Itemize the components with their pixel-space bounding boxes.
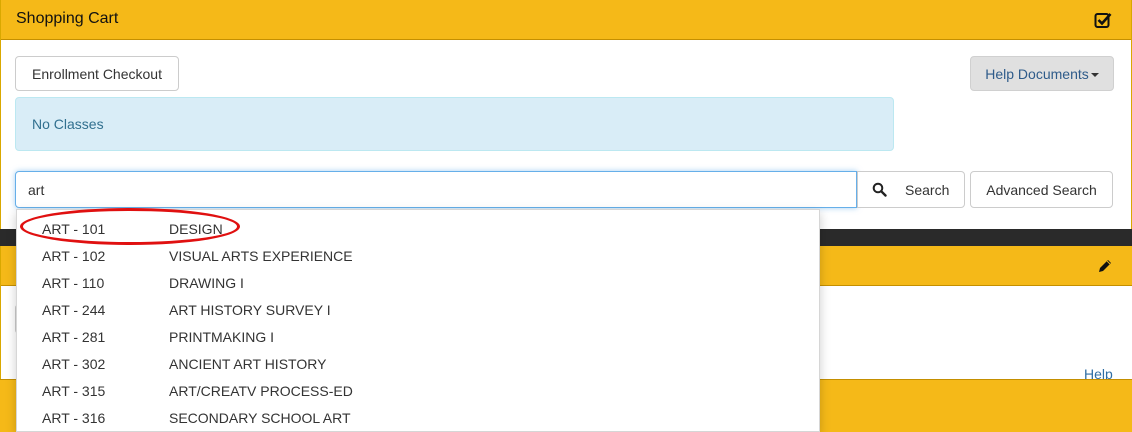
no-classes-alert: No Classes — [15, 97, 894, 151]
help-documents-label: Help Documents — [985, 65, 1089, 82]
suggestion-title: ANCIENT ART HISTORY — [169, 356, 327, 372]
pencil-icon[interactable] — [1097, 258, 1113, 274]
suggestion-item[interactable]: ART - 281 PRINTMAKING I — [17, 318, 819, 345]
suggestion-code: ART - 110 — [42, 275, 105, 291]
suggestion-code: ART - 102 — [42, 248, 106, 264]
class-search-input[interactable] — [15, 171, 857, 208]
alert-text: No Classes — [32, 116, 104, 132]
suggestion-title: VISUAL ARTS EXPERIENCE — [169, 248, 353, 264]
search-button-label: Search — [905, 181, 950, 198]
suggestion-item[interactable]: ART - 102 VISUAL ARTS EXPERIENCE — [17, 237, 819, 264]
search-button[interactable]: Search — [857, 171, 965, 208]
suggestion-title: DESIGN — [169, 221, 223, 237]
suggestion-code: ART - 101 — [42, 221, 106, 237]
suggestion-item[interactable]: ART - 315 ART/CREATV PROCESS-ED — [17, 372, 819, 399]
suggestion-code: ART - 316 — [42, 410, 106, 426]
suggestion-code: ART - 244 — [42, 302, 106, 318]
caret-down-icon — [1090, 72, 1099, 77]
suggestion-item[interactable]: ART - 316 SECONDARY SCHOOL ART — [17, 399, 819, 426]
enrollment-checkout-button[interactable]: Enrollment Checkout — [15, 56, 179, 91]
suggestion-title: ART/CREATV PROCESS-ED — [169, 383, 353, 399]
suggestion-item[interactable]: ART - 302 ANCIENT ART HISTORY — [17, 345, 819, 372]
suggestion-title: PRINTMAKING I — [169, 329, 275, 345]
suggestion-title: SECONDARY SCHOOL ART — [169, 410, 351, 426]
suggestion-item[interactable]: ART - 101 DESIGN — [17, 210, 819, 237]
search-icon — [872, 182, 887, 197]
help-documents-button[interactable]: Help Documents — [970, 56, 1114, 91]
suggestion-item[interactable]: ART - 244 ART HISTORY SURVEY I — [17, 291, 819, 318]
search-suggestions-dropdown: ART - 101 DESIGN ART - 102 VISUAL ARTS EXPE… — [16, 209, 820, 432]
suggestion-code: ART - 302 — [42, 356, 106, 372]
suggestion-code: ART - 281 — [42, 329, 106, 345]
check-square-icon[interactable] — [1094, 11, 1112, 29]
advanced-search-button[interactable]: Advanced Search — [970, 171, 1113, 208]
panel-title: Shopping Cart — [16, 10, 119, 27]
suggestion-title: ART HISTORY SURVEY I — [169, 302, 331, 318]
suggestion-title: DRAWING I — [169, 275, 244, 291]
suggestion-item[interactable]: ART - 110 DRAWING I — [17, 264, 819, 291]
suggestion-code: ART - 315 — [42, 383, 106, 399]
shopping-cart-header: Shopping Cart — [1, 0, 1131, 40]
